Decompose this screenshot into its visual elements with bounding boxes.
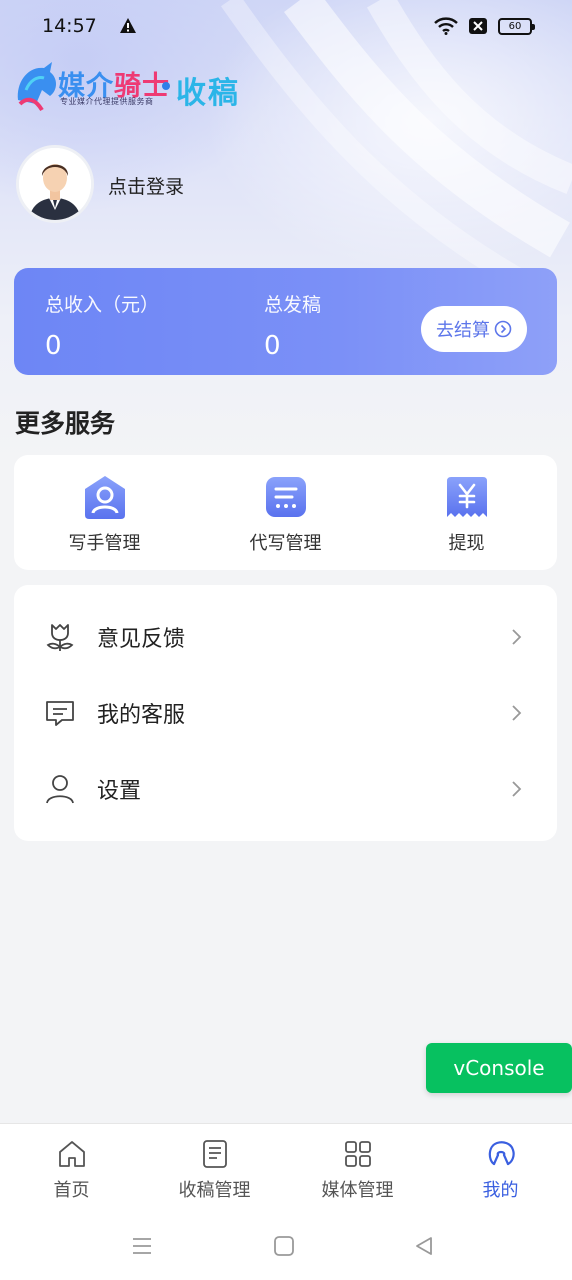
menu-item-label: 意见反馈	[97, 627, 186, 652]
menu-item-customer-service[interactable]: 我的客服	[14, 675, 557, 751]
section-title-more-services: 更多服务	[15, 409, 116, 438]
wifi-icon	[434, 17, 458, 35]
tab-label: 我的	[482, 1180, 519, 1201]
battery-icon: 60	[498, 17, 535, 35]
logo-dot	[162, 82, 170, 90]
menu-item-feedback[interactable]: 意见反馈	[14, 599, 557, 675]
total-posts-label: 总发稿	[264, 294, 322, 316]
total-posts: 总发稿 0	[264, 290, 321, 361]
avatar[interactable]	[16, 145, 94, 223]
home-square-icon[interactable]	[272, 1234, 296, 1258]
document-icon	[202, 1140, 227, 1168]
warning-icon	[119, 18, 136, 33]
flower-icon	[46, 624, 74, 651]
earnings-summary-card: 总收入（元） 0 总发稿 0 去结算	[14, 268, 557, 375]
chevron-right-icon	[512, 705, 522, 721]
service-label: 写手管理	[68, 533, 141, 554]
service-ghostwrite-management[interactable]: 代写管理	[195, 455, 376, 570]
tab-label: 收稿管理	[178, 1180, 251, 1201]
services-card: 写手管理 代写管理 提现	[14, 455, 557, 570]
menu-item-settings[interactable]: 设置	[14, 751, 557, 827]
back-triangle-icon[interactable]	[412, 1234, 436, 1258]
tab-label: 首页	[53, 1180, 90, 1201]
grid-icon	[344, 1141, 371, 1167]
product-name: 收稿	[176, 76, 240, 111]
total-income: 总收入（元） 0	[45, 290, 159, 361]
chevron-right-icon	[512, 781, 522, 797]
tab-media-management[interactable]: 媒体管理	[286, 1124, 429, 1218]
settle-button[interactable]: 去结算	[421, 306, 527, 352]
service-label: 提现	[448, 533, 485, 554]
avatar-person-icon	[19, 148, 91, 220]
menu-icon[interactable]	[130, 1234, 154, 1258]
service-label: 代写管理	[249, 533, 322, 554]
brand-tagline: 专业媒介代理提供服务商	[60, 97, 154, 106]
status-bar: 14:57 60	[0, 0, 572, 52]
login-prompt[interactable]: 点击登录	[108, 172, 184, 199]
tab-label: 媒体管理	[321, 1180, 394, 1201]
sim-blocked-icon	[469, 18, 487, 34]
profile-icon	[488, 1141, 515, 1166]
withdraw-icon	[446, 477, 487, 517]
total-income-value: 0	[45, 331, 62, 361]
home-icon	[58, 1141, 85, 1167]
writer-icon	[84, 476, 125, 519]
chat-icon	[46, 701, 74, 726]
menu-item-label: 设置	[97, 779, 142, 804]
tab-manuscript-management[interactable]: 收稿管理	[143, 1124, 286, 1218]
total-income-label: 总收入（元）	[45, 294, 160, 316]
app-logo: 媒介骑士 专业媒介代理提供服务商 收稿	[14, 60, 254, 116]
bottom-tab-bar: 首页 收稿管理 媒体管理 我的	[0, 1123, 572, 1218]
ghostwrite-icon	[265, 477, 306, 517]
service-writer-management[interactable]: 写手管理	[14, 455, 195, 570]
system-navigation-bar	[0, 1218, 572, 1280]
tab-home[interactable]: 首页	[0, 1124, 143, 1218]
total-posts-value: 0	[264, 331, 281, 361]
status-time: 14:57	[42, 15, 97, 37]
user-icon	[46, 775, 74, 804]
vconsole-button[interactable]: vConsole	[426, 1043, 572, 1093]
knight-logo-icon	[17, 62, 57, 112]
settle-button-label: 去结算	[436, 320, 490, 341]
chevron-right-icon	[512, 629, 522, 645]
service-withdraw[interactable]: 提现	[376, 455, 557, 570]
circle-chevron-right-icon	[494, 320, 512, 338]
settings-menu-card: 意见反馈 我的客服 设置	[14, 585, 557, 841]
menu-item-label: 我的客服	[97, 703, 186, 728]
tab-mine[interactable]: 我的	[429, 1124, 572, 1218]
battery-level: 60	[508, 20, 522, 32]
